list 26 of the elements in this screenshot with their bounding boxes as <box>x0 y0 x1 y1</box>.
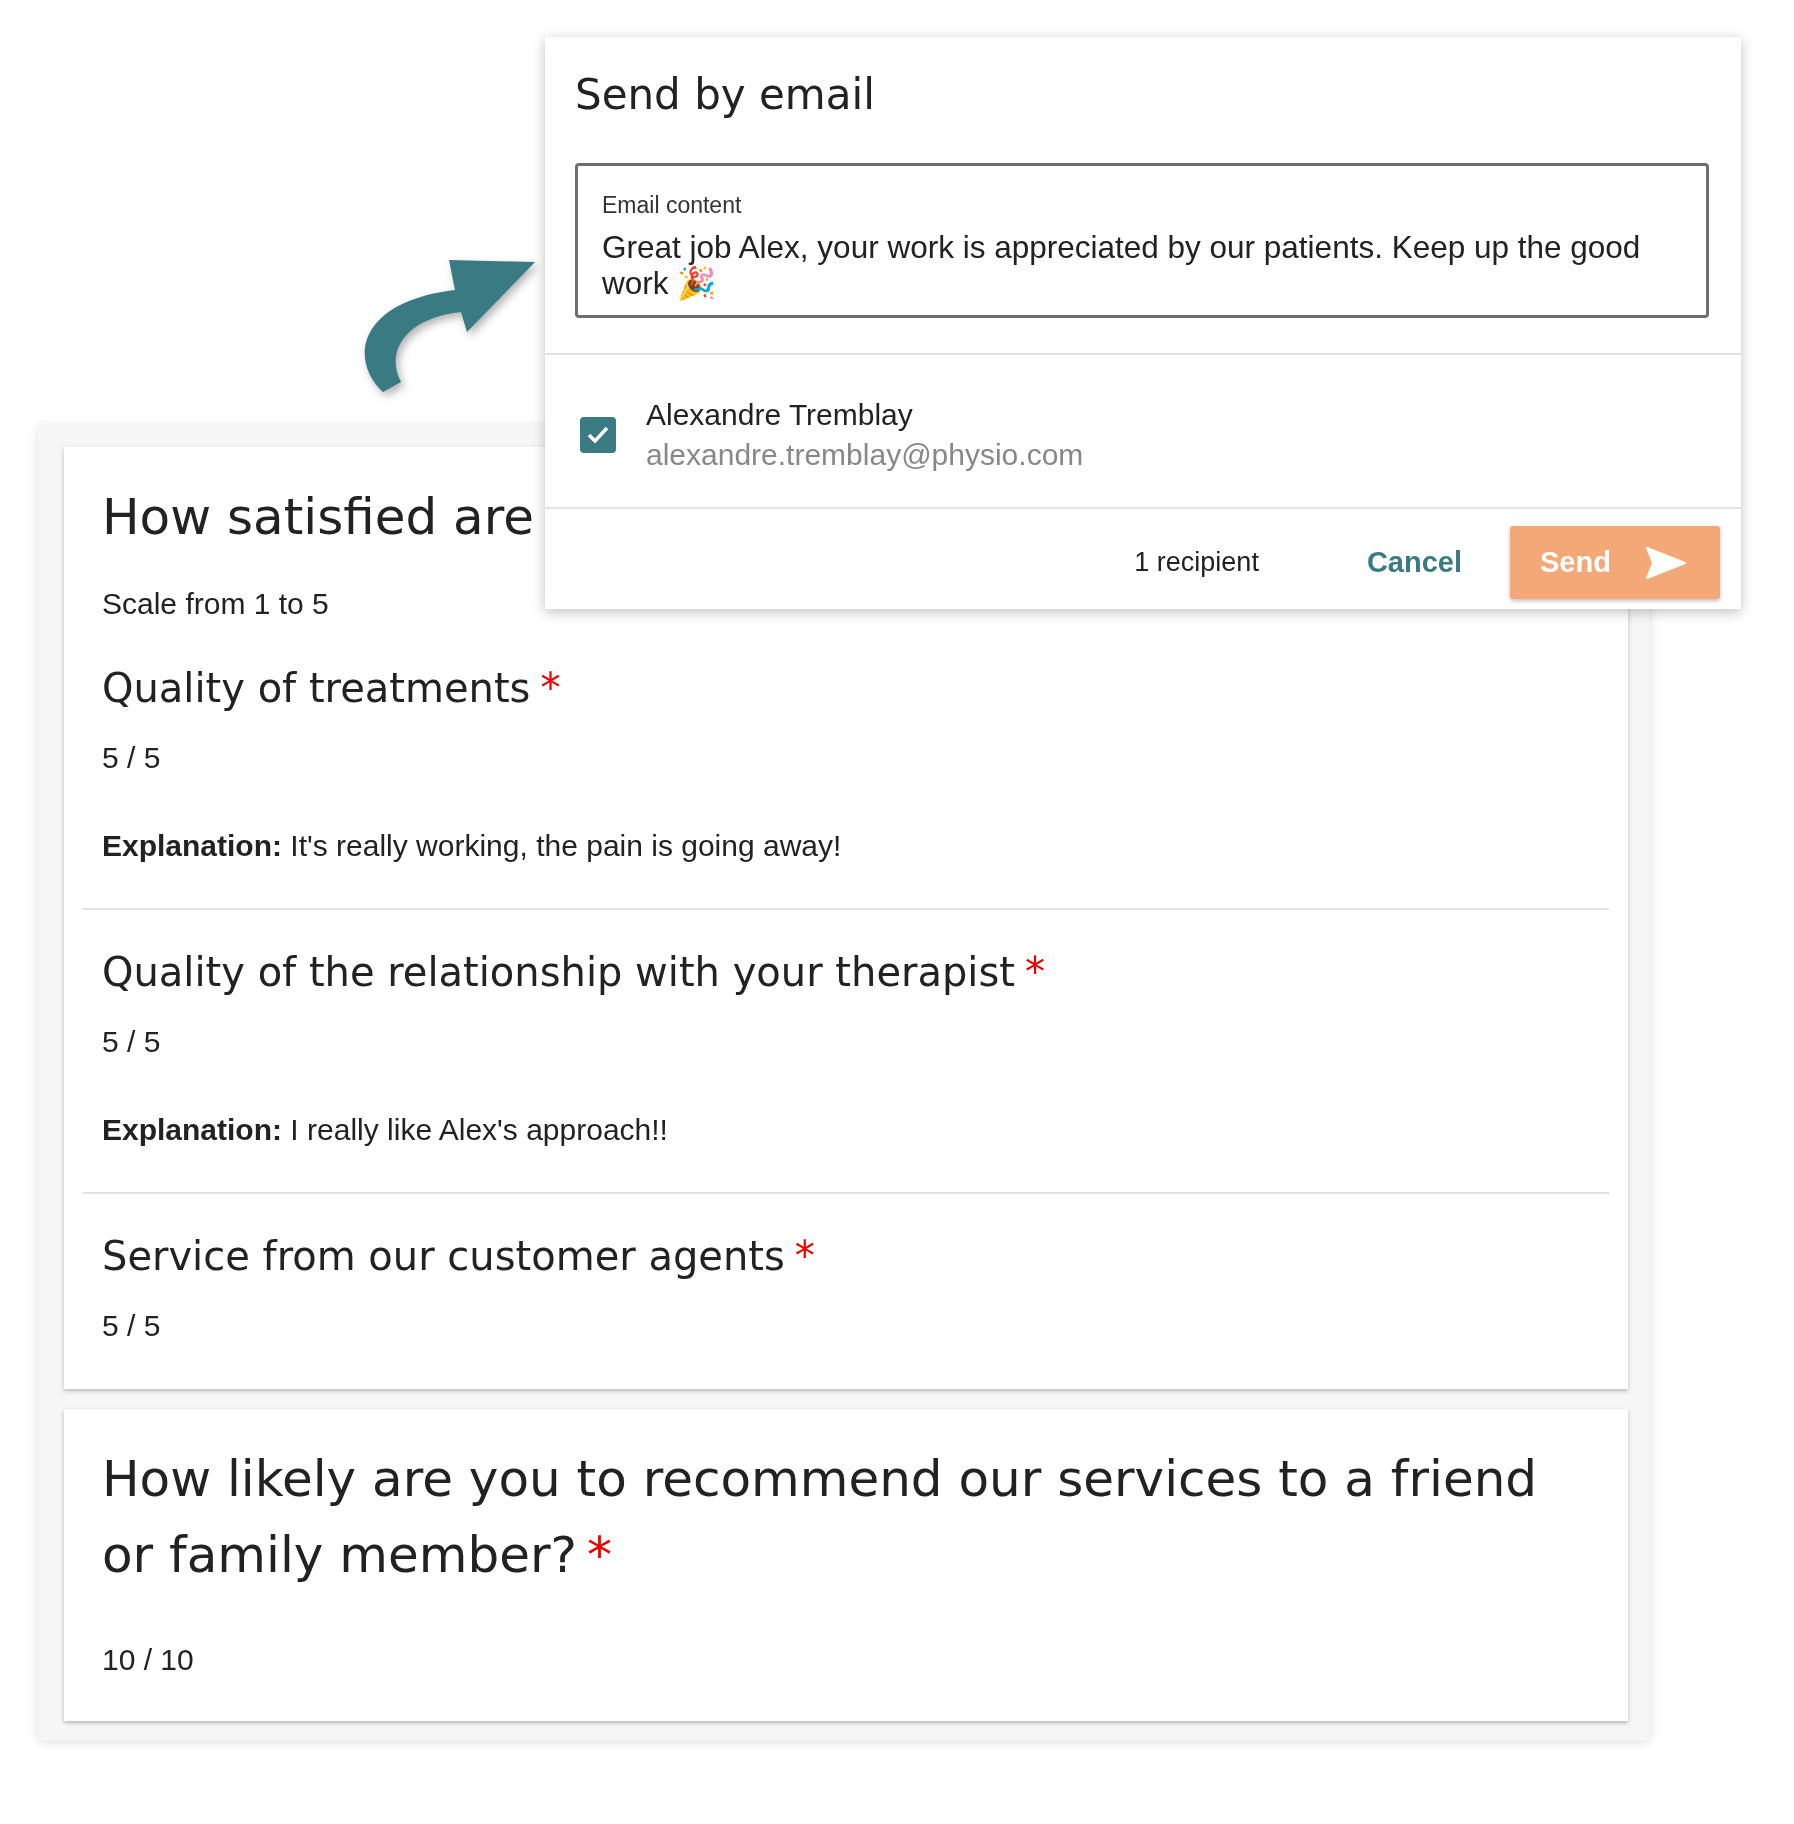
card-title: How satisfied are <box>101 487 535 548</box>
question-title: Quality of treatments * <box>102 664 562 713</box>
required-asterisk: * <box>540 665 561 711</box>
recipient-name: Alexandre Tremblay <box>646 397 914 433</box>
question-title: How likely are you to recommend our services to a friend or family member? * <box>102 1449 1539 1586</box>
field-label: Email content <box>602 191 743 219</box>
dialog-title: Send by email <box>574 69 876 121</box>
send-icon <box>1644 545 1687 580</box>
score-text: 10 / 10 <box>102 1642 195 1678</box>
required-asterisk: * <box>794 1233 815 1279</box>
score-text: 5 / 5 <box>102 740 162 776</box>
question-title: Quality of the relationship with your therapist * <box>102 948 1046 997</box>
field-value: Great job Alex, your work is appreciated by our patients. Keep up the good work 🎉 <box>602 229 1641 301</box>
required-asterisk: * <box>1024 949 1045 995</box>
explanation-text: Explanation: I really like Alex's approach!! <box>102 1112 669 1148</box>
recipient-email: alexandre.tremblay@physio.com <box>646 437 1084 473</box>
score-text: 5 / 5 <box>102 1308 162 1344</box>
score-text: 5 / 5 <box>102 1024 162 1060</box>
required-asterisk: * <box>587 1526 613 1584</box>
cancel-button[interactable]: Cancel <box>1354 536 1474 589</box>
question-title: Service from our customer agents * <box>102 1232 816 1281</box>
scale-text: Scale from 1 to 5 <box>102 586 330 622</box>
recipient-count: 1 recipient <box>1134 547 1259 578</box>
explanation-text: Explanation: It's really working, the pain is going away! <box>102 828 843 864</box>
recipient-checkbox[interactable] <box>580 417 616 453</box>
email-content-field[interactable]: Email content Great job Alex, your work is appreciated by our patients. Keep up the good work 🎉 <box>575 163 1709 318</box>
